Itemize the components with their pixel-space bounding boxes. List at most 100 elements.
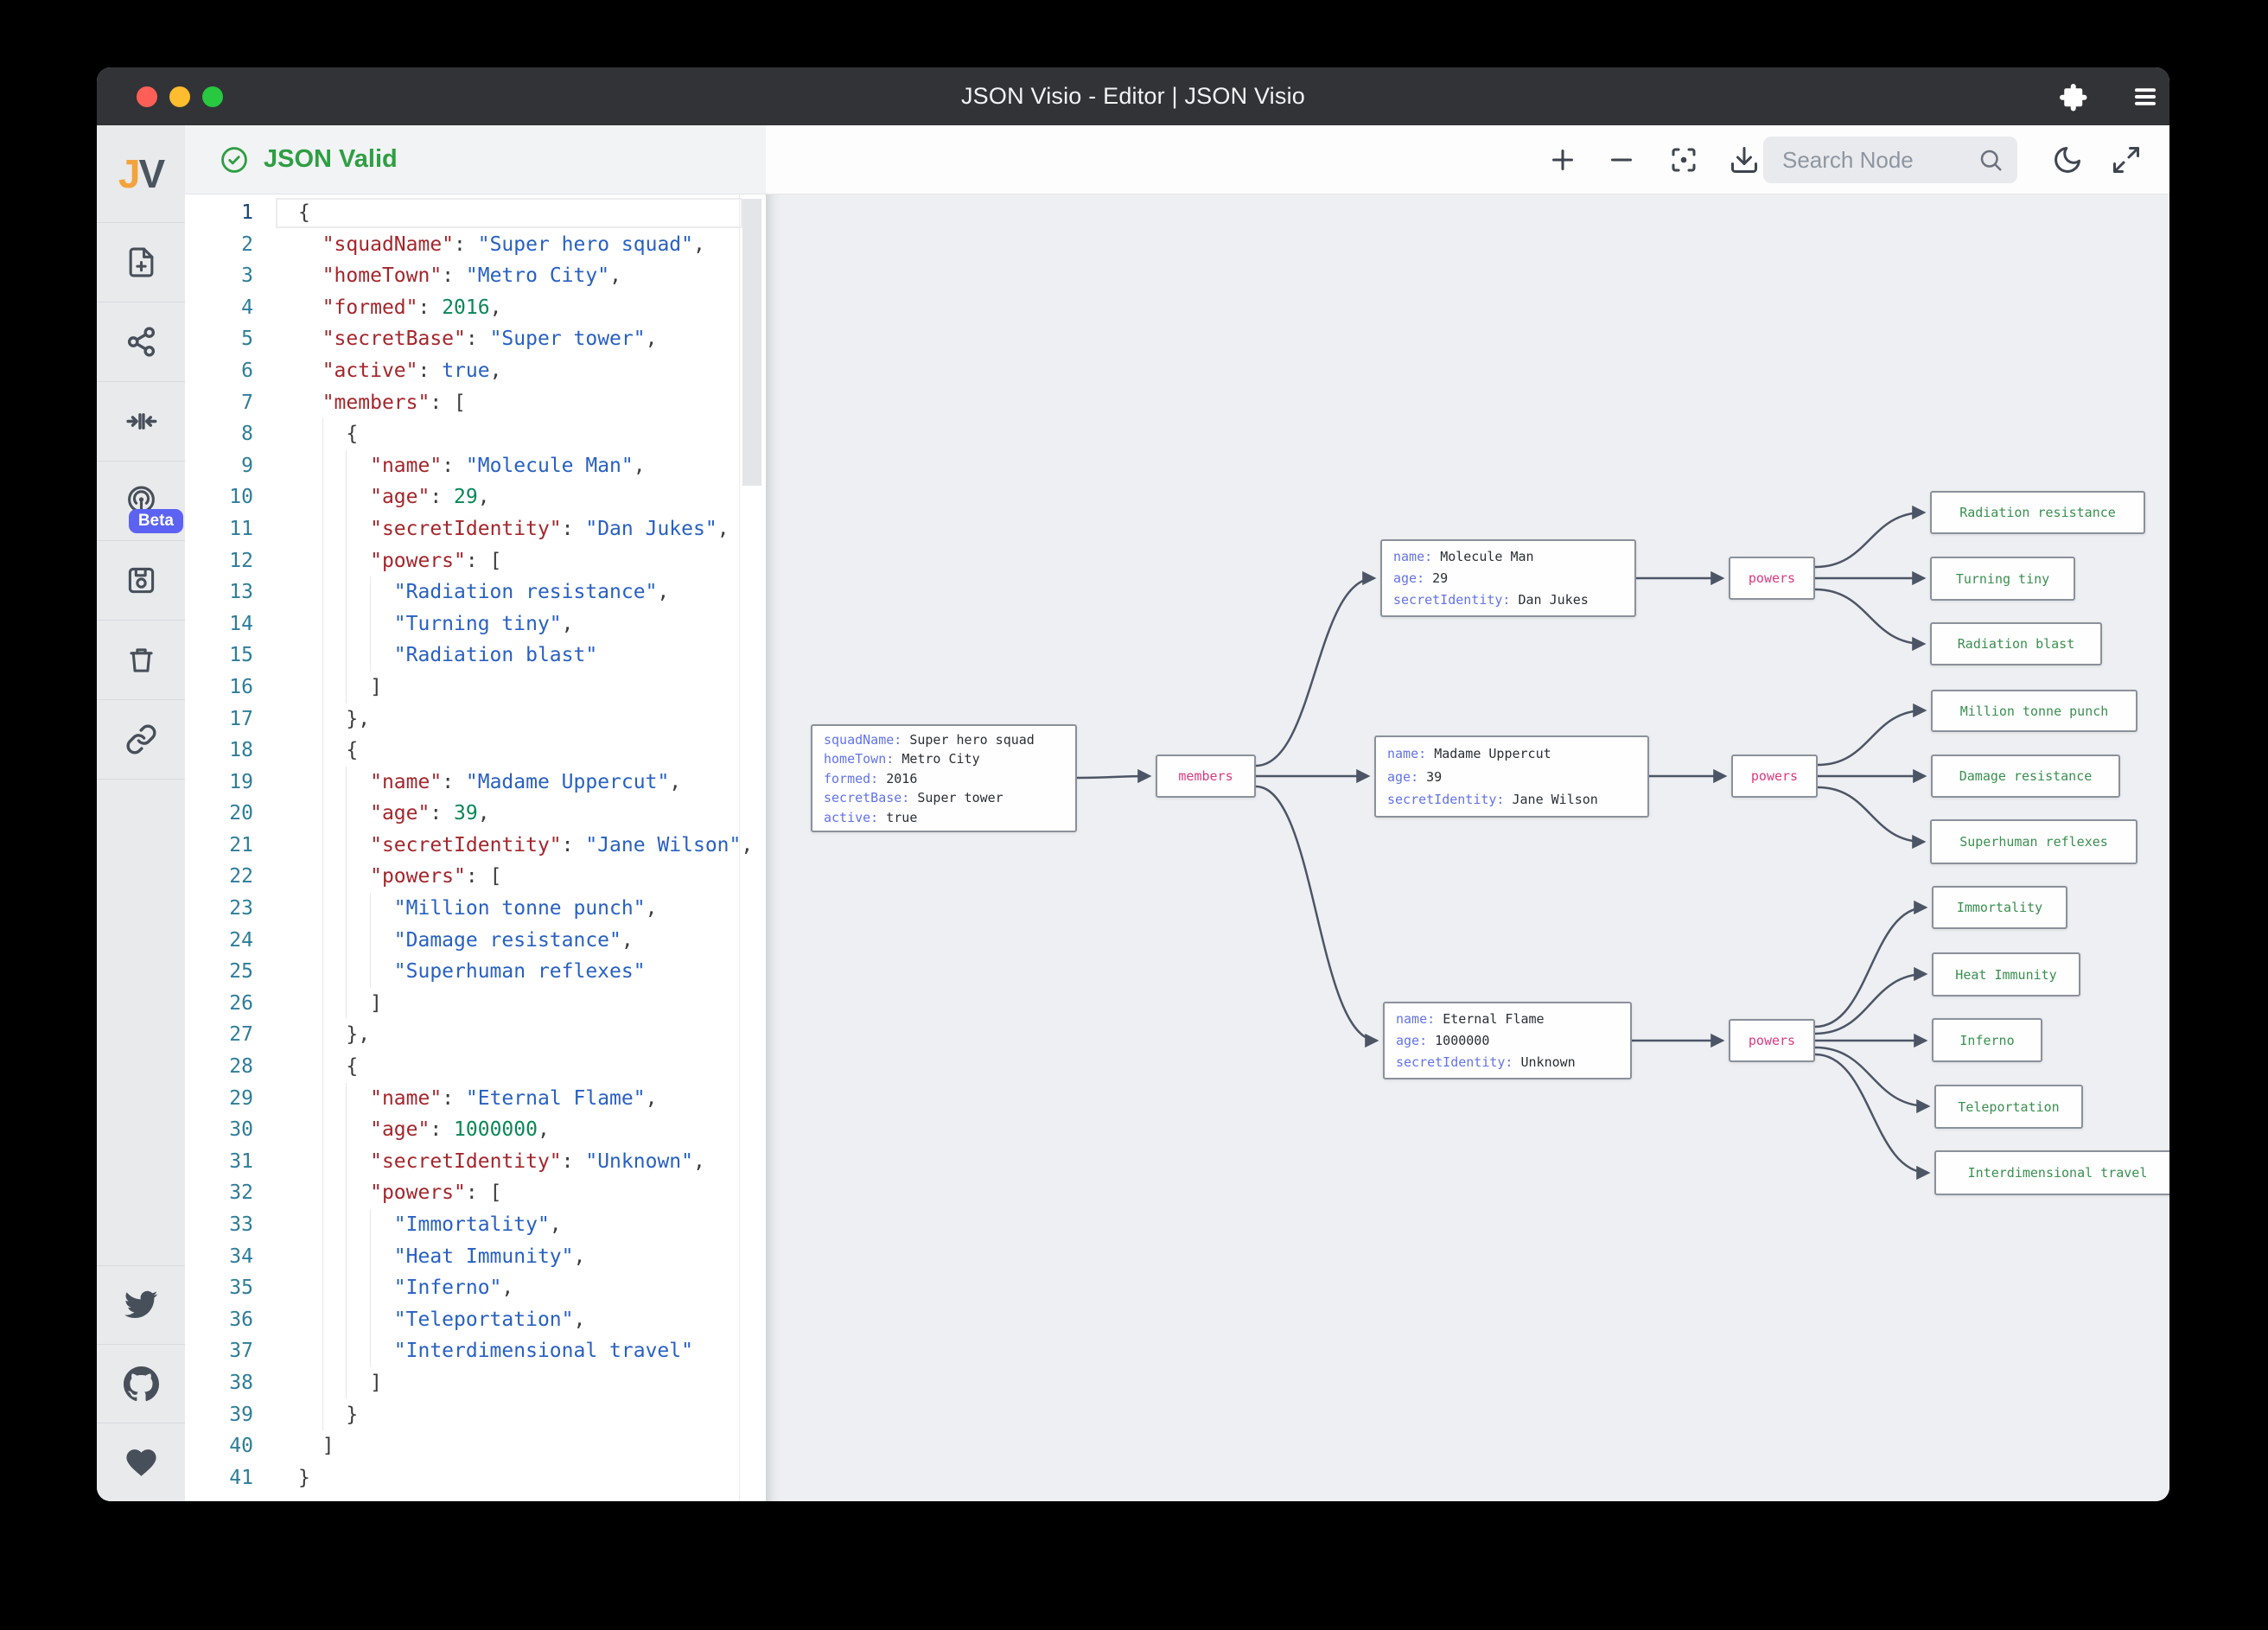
code-line-27[interactable]: 27 }, [185, 1019, 766, 1051]
graph-node-root[interactable]: squadName: Super hero squad homeTown: Met… [811, 724, 1077, 832]
sidebar-item-live-transform[interactable]: Beta [97, 461, 185, 540]
sidebar-item-save[interactable] [97, 540, 185, 620]
sidebar-item-new-document[interactable] [97, 222, 185, 302]
search-icon[interactable] [1978, 147, 2004, 173]
code-line-34[interactable]: 34 "Heat Immunity", [185, 1241, 766, 1273]
sidebar-item-sponsor[interactable] [97, 1423, 185, 1501]
sidebar-item-delete[interactable] [97, 620, 185, 699]
dark-mode-button[interactable] [2052, 144, 2083, 175]
graph-node-leaf-radiation-resistance[interactable]: Radiation resistance [1930, 491, 2145, 534]
sidebar-item-twitter[interactable] [97, 1265, 185, 1344]
fullscreen-button[interactable] [2111, 144, 2142, 175]
code-line-39[interactable]: 39 } [185, 1399, 766, 1431]
code-line-10[interactable]: 10 "age": 29, [185, 481, 766, 513]
sidebar-item-github[interactable] [97, 1344, 185, 1423]
line-number: 33 [185, 1209, 253, 1241]
search-node-box [1763, 137, 2017, 183]
code-line-36[interactable]: 36 "Teleportation", [185, 1304, 766, 1336]
new-document-icon [125, 246, 157, 278]
graph-node-leaf-teleportation[interactable]: Teleportation [1934, 1085, 2083, 1129]
sidebar-item-fold-editor[interactable] [97, 381, 185, 461]
menu-icon[interactable] [2130, 81, 2161, 112]
graph-node-leaf-damage-resistance[interactable]: Damage resistance [1931, 755, 2120, 798]
code-line-7[interactable]: 7 "members": [ [185, 387, 766, 419]
graph-node-leaf-radiation-blast[interactable]: Radiation blast [1930, 622, 2102, 665]
node-row: homeTown: Metro City [824, 751, 1064, 767]
zoom-in-button[interactable] [1547, 144, 1578, 175]
code-line-3[interactable]: 3 "homeTown": "Metro City", [185, 260, 766, 292]
graph-node-leaf-interdimensional-travel[interactable]: Interdimensional travel [1934, 1150, 2169, 1195]
code-line-14[interactable]: 14 "Turning tiny", [185, 608, 766, 640]
graph-node-powers-1[interactable]: powers [1729, 557, 1815, 600]
search-node-input[interactable] [1781, 146, 1978, 175]
code-line-26[interactable]: 26 ] [185, 988, 766, 1020]
code-line-23[interactable]: 23 "Million tonne punch", [185, 893, 766, 925]
logo-letter-j: J [118, 151, 139, 196]
code-line-33[interactable]: 33 "Immortality", [185, 1209, 766, 1241]
editor-scrollbar-thumb[interactable] [742, 199, 761, 486]
graph-node-leaf-immortality[interactable]: Immortality [1932, 886, 2067, 929]
code-line-17[interactable]: 17 }, [185, 704, 766, 735]
graph-node-leaf-turning-tiny[interactable]: Turning tiny [1930, 557, 2075, 601]
graph-node-members[interactable]: members [1156, 755, 1256, 798]
graph-node-leaf-million-tonne-punch[interactable]: Million tonne punch [1931, 690, 2137, 732]
code-line-24[interactable]: 24 "Damage resistance", [185, 925, 766, 957]
code-line-40[interactable]: 40 ] [185, 1430, 766, 1462]
zoom-out-button[interactable] [1606, 144, 1637, 175]
line-number: 20 [185, 798, 253, 830]
line-number: 14 [185, 608, 253, 640]
line-number: 39 [185, 1399, 253, 1431]
node-label: members [1178, 768, 1233, 784]
code-line-21[interactable]: 21 "secretIdentity": "Jane Wilson", [185, 830, 766, 862]
graph-node-member-2[interactable]: name: Madame Uppercutage: 39secretIdenti… [1374, 735, 1649, 818]
node-row: secretIdentity: Jane Wilson [1387, 792, 1636, 807]
graph-node-powers-2[interactable]: powers [1731, 755, 1818, 798]
code-line-12[interactable]: 12 "powers": [ [185, 545, 766, 577]
code-line-38[interactable]: 38 ] [185, 1367, 766, 1399]
code-line-2[interactable]: 2 "squadName": "Super hero squad", [185, 229, 766, 261]
code-line-15[interactable]: 15 "Radiation blast" [185, 640, 766, 672]
extension-icon[interactable] [2057, 81, 2088, 112]
code-line-11[interactable]: 11 "secretIdentity": "Dan Jukes", [185, 513, 766, 545]
code-line-20[interactable]: 20 "age": 39, [185, 798, 766, 830]
sidebar-item-share[interactable] [97, 302, 185, 381]
center-view-button[interactable] [1668, 144, 1699, 175]
code-line-16[interactable]: 16 ] [185, 672, 766, 704]
app-logo[interactable]: JV [97, 125, 185, 222]
node-label: Inferno [1959, 1033, 2014, 1048]
graph-node-member-1[interactable]: name: Molecule Manage: 29secretIdentity:… [1380, 539, 1636, 617]
line-number: 34 [185, 1241, 253, 1273]
line-number: 4 [185, 292, 253, 324]
code-line-8[interactable]: 8 { [185, 418, 766, 450]
graph-node-powers-3[interactable]: powers [1729, 1019, 1815, 1062]
code-line-35[interactable]: 35 "Inferno", [185, 1272, 766, 1304]
code-line-30[interactable]: 30 "age": 1000000, [185, 1114, 766, 1146]
code-line-1[interactable]: 1{ [185, 197, 766, 229]
graph-node-leaf-heat-immunity[interactable]: Heat Immunity [1932, 952, 2080, 996]
download-image-button[interactable] [1729, 144, 1760, 175]
code-line-41[interactable]: 41} [185, 1462, 766, 1494]
code-line-4[interactable]: 4 "formed": 2016, [185, 292, 766, 324]
code-line-28[interactable]: 28 { [185, 1051, 766, 1083]
code-line-31[interactable]: 31 "secretIdentity": "Unknown", [185, 1146, 766, 1178]
graph-node-member-3[interactable]: name: Eternal Flameage: 1000000secretIde… [1383, 1002, 1632, 1079]
code-editor[interactable]: 1{2 "squadName": "Super hero squad",3 "h… [185, 194, 766, 1501]
code-line-18[interactable]: 18 { [185, 735, 766, 767]
graph-canvas[interactable]: squadName: Super hero squad homeTown: Met… [766, 125, 2169, 1501]
code-line-22[interactable]: 22 "powers": [ [185, 861, 766, 893]
code-line-19[interactable]: 19 "name": "Madame Uppercut", [185, 767, 766, 799]
code-line-32[interactable]: 32 "powers": [ [185, 1177, 766, 1209]
node-row: squadName: Super hero squad [824, 732, 1064, 748]
graph-node-leaf-superhuman-reflexes[interactable]: Superhuman reflexes [1930, 819, 2137, 864]
code-line-5[interactable]: 5 "secretBase": "Super tower", [185, 323, 766, 355]
code-line-6[interactable]: 6 "active": true, [185, 355, 766, 387]
code-line-13[interactable]: 13 "Radiation resistance", [185, 576, 766, 608]
code-line-37[interactable]: 37 "Interdimensional travel" [185, 1335, 766, 1367]
graph-node-leaf-inferno[interactable]: Inferno [1932, 1018, 2042, 1062]
code-line-29[interactable]: 29 "name": "Eternal Flame", [185, 1083, 766, 1115]
line-number: 1 [185, 197, 253, 229]
sidebar-item-copy-link[interactable] [97, 699, 185, 779]
code-line-9[interactable]: 9 "name": "Molecule Man", [185, 450, 766, 482]
code-line-25[interactable]: 25 "Superhuman reflexes" [185, 956, 766, 988]
node-label: Radiation resistance [1959, 505, 2116, 520]
